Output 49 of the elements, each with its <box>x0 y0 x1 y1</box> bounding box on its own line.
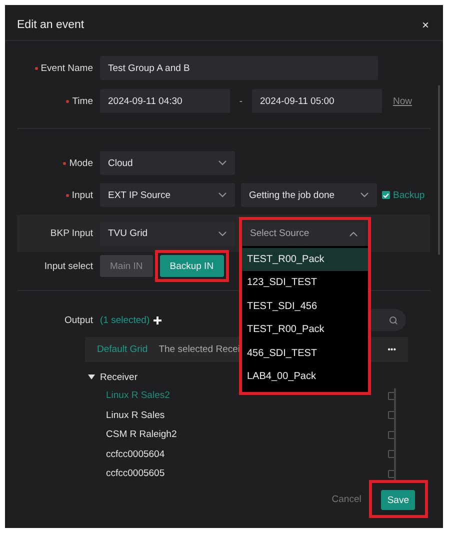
dropdown-option[interactable]: TEST_SDI_456 <box>242 294 368 318</box>
range-separator: - <box>238 96 244 106</box>
chevron-up-icon <box>349 230 358 236</box>
scrollbar[interactable] <box>394 388 396 483</box>
field-label: BKP Input <box>50 228 93 239</box>
window-title: Edit an event <box>17 18 84 30</box>
receiver-item[interactable]: CSM R Raleigh2 <box>106 429 388 440</box>
more-button[interactable]: ••• <box>388 345 396 354</box>
dropdown-option[interactable]: LAB4_00_Pack <box>242 365 368 388</box>
chevron-down-icon <box>360 192 369 198</box>
field-label: Output <box>64 314 93 326</box>
field-label: Input select <box>44 260 93 272</box>
date-field[interactable]: 2024-09-11 04:30 <box>100 89 230 113</box>
chevron-down-icon <box>218 192 227 198</box>
selection-count: (1 selected) <box>100 314 150 326</box>
grid-name[interactable]: Default Grid <box>97 344 148 355</box>
dropdown-option[interactable]: TEST_R00_Pack <box>242 248 368 271</box>
date-field[interactable]: 2024-09-11 05:00 <box>252 89 382 113</box>
scrollbar[interactable] <box>438 85 440 255</box>
receiver-item[interactable]: Linux R Sales <box>106 410 388 421</box>
checkbox-label: Backup <box>393 190 425 200</box>
select-field[interactable]: Getting the job done <box>241 183 377 207</box>
search-icon <box>389 316 398 324</box>
plus-icon[interactable] <box>152 316 162 324</box>
select-field[interactable]: Cloud <box>100 151 235 175</box>
now-link[interactable]: Now <box>393 96 412 106</box>
receiver-item[interactable]: Linux R Sales2 <box>106 390 388 402</box>
field-label: Mode <box>69 158 93 168</box>
tree-group-label[interactable]: Receiver <box>100 372 138 382</box>
dropdown-option[interactable]: 456_SDI_TEST <box>242 342 368 365</box>
chevron-down-icon <box>218 230 227 236</box>
receiver-item[interactable]: ccfcc0005604 <box>106 448 388 460</box>
select-field[interactable]: Select Source <box>242 222 366 246</box>
chevron-down-icon <box>218 160 227 166</box>
toggle-button[interactable]: Backup IN <box>160 255 224 277</box>
close-button[interactable]: × <box>422 18 429 32</box>
receiver-item[interactable]: ccfcc0005605 <box>106 468 388 480</box>
field-label: Input <box>72 190 93 200</box>
cancel-button[interactable]: Cancel <box>332 494 362 504</box>
save-button[interactable]: Save <box>381 490 415 510</box>
field-label: Time <box>72 96 93 106</box>
select-field[interactable]: EXT IP Source <box>100 183 235 207</box>
dropdown-option[interactable]: 123_SDI_TEST <box>242 271 368 294</box>
select-field[interactable]: TVU Grid <box>100 222 235 246</box>
text-field[interactable]: Test Group A and B <box>100 56 378 80</box>
field-label: Event Name <box>40 62 93 74</box>
caret-icon[interactable] <box>88 374 95 380</box>
checkbox[interactable] <box>382 191 390 199</box>
dropdown-option[interactable]: TEST_R00_Pack <box>242 318 368 342</box>
